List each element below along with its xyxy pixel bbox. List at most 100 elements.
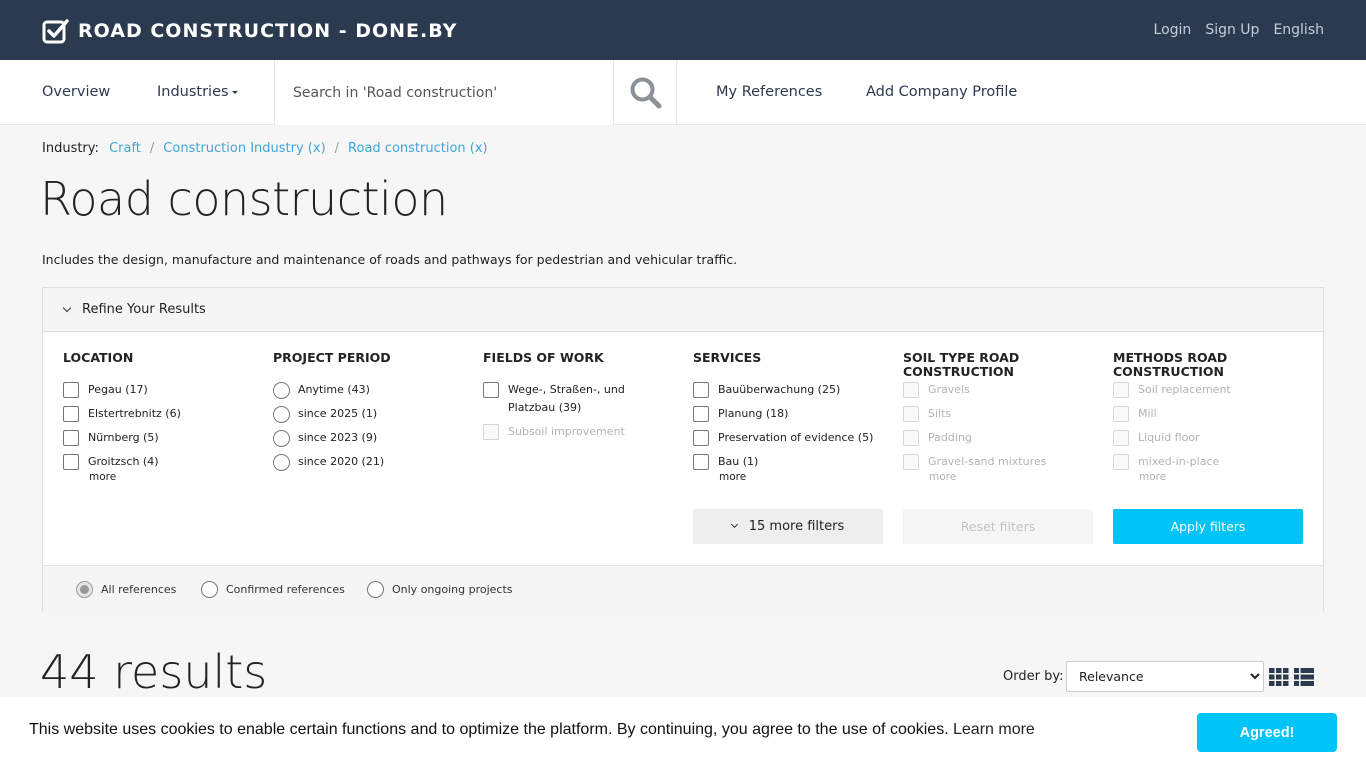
option-label: since 2020 (21) (298, 455, 385, 468)
option-label: Confirmed references (226, 583, 345, 596)
filter-option[interactable]: since 2020 (21) (273, 453, 463, 477)
language-link[interactable]: English (1273, 22, 1324, 38)
page-title: Road construction (40, 172, 448, 226)
radio-button[interactable] (273, 454, 290, 471)
option-label: Mill (1138, 407, 1157, 420)
login-link[interactable]: Login (1154, 22, 1192, 38)
filter-option[interactable]: Bau (1) (693, 453, 883, 477)
chevron-down-icon (62, 303, 72, 313)
filter-option[interactable]: Anytime (43) (273, 381, 463, 405)
refine-panel: Refine Your Results LOCATION Pegau (17) … (42, 287, 1324, 611)
radio-button[interactable] (273, 430, 290, 447)
grid-view-icon[interactable] (1269, 668, 1289, 686)
reset-filters-button: Reset filters (903, 509, 1093, 544)
checkbox[interactable] (63, 382, 79, 398)
checkbox[interactable] (63, 430, 79, 446)
option-label: Padding (928, 431, 972, 444)
filter-option: Gravel-sand mixtures (903, 453, 1093, 477)
apply-filters-button[interactable]: Apply filters (1113, 509, 1303, 544)
breadcrumb-item-road-construction[interactable]: Road construction (x) (348, 141, 488, 156)
reference-option-ongoing[interactable]: Only ongoing projects (367, 581, 513, 598)
filter-heading: SOIL TYPE ROAD CONSTRUCTION (903, 350, 1020, 379)
cookie-learn-more-link[interactable]: Learn more (953, 721, 1035, 739)
radio-button[interactable] (76, 581, 93, 598)
top-links: Login Sign Up English (1154, 22, 1324, 38)
checkbox (903, 454, 919, 470)
checkbox[interactable] (483, 382, 499, 398)
checkbox (903, 430, 919, 446)
option-label: Only ongoing projects (392, 583, 513, 596)
checkbox (903, 382, 919, 398)
option-label: Soil replacement (1138, 383, 1231, 396)
filter-option: mixed-in-place (1113, 453, 1303, 477)
more-filters-button[interactable]: 15 more filters (693, 509, 883, 544)
nav-industries-dropdown[interactable]: Industries (157, 84, 238, 100)
nav-my-references[interactable]: My References (716, 84, 822, 100)
option-label: Subsoil improvement (508, 425, 625, 438)
option-label: Anytime (43) (298, 383, 370, 396)
top-bar: ROAD CONSTRUCTION - DONE.BY Login Sign U… (0, 0, 1366, 60)
radio-button[interactable] (273, 406, 290, 423)
option-label: mixed-in-place (1138, 455, 1220, 468)
list-view-icon[interactable] (1294, 668, 1314, 686)
filter-project-period: PROJECT PERIOD Anytime (43) since 2025 (… (273, 351, 463, 477)
filter-option: Gravels (903, 381, 1093, 405)
nav-overview[interactable]: Overview (42, 84, 110, 100)
filter-option: Subsoil improvement (483, 423, 673, 447)
checkbox[interactable] (693, 406, 709, 422)
cookie-agree-button[interactable]: Agreed! (1197, 713, 1337, 752)
breadcrumb-separator: / (334, 141, 340, 156)
option-label: since 2023 (9) (298, 431, 378, 444)
radio-button[interactable] (201, 581, 218, 598)
checkbox[interactable] (63, 406, 79, 422)
breadcrumb-item-craft[interactable]: Craft (109, 141, 141, 156)
search-icon (630, 77, 661, 108)
checkbox[interactable] (63, 454, 79, 470)
option-label: Elstertrebnitz (6) (88, 407, 181, 420)
search-input[interactable] (275, 60, 614, 125)
filter-option[interactable]: Wege-, Straßen-, und Platzbau (39) (483, 381, 673, 423)
filter-option: Mill (1113, 405, 1303, 429)
filter-heading: PROJECT PERIOD (273, 350, 391, 365)
filter-option[interactable]: since 2025 (1) (273, 405, 463, 429)
reference-option-all[interactable]: All references (76, 581, 176, 598)
reference-filter: All references Confirmed references Only… (43, 565, 1323, 611)
filter-heading: FIELDS OF WORK (483, 350, 604, 365)
checkbox (1113, 406, 1129, 422)
option-label: Pegau (17) (88, 383, 148, 396)
page-description: Includes the design, manufacture and mai… (42, 252, 738, 267)
refine-toggle-label: Refine Your Results (82, 302, 206, 317)
nav-add-company-profile[interactable]: Add Company Profile (866, 84, 1017, 100)
checkbox[interactable] (693, 382, 709, 398)
filter-option: Silts (903, 405, 1093, 429)
breadcrumb-separator: / (149, 141, 155, 156)
checkbox[interactable] (693, 430, 709, 446)
signup-link[interactable]: Sign Up (1205, 22, 1259, 38)
filter-option[interactable]: since 2023 (9) (273, 429, 463, 453)
brand-logo[interactable]: ROAD CONSTRUCTION - DONE.BY (42, 18, 457, 44)
filter-option[interactable]: Bauüberwachung (25) (693, 381, 883, 405)
filter-option[interactable]: Pegau (17) (63, 381, 253, 405)
filter-option[interactable]: Preservation of evidence (5) (693, 429, 883, 453)
search-button[interactable] (614, 60, 677, 125)
checkbox[interactable] (693, 454, 709, 470)
filter-fields-of-work: FIELDS OF WORK Wege-, Straßen-, und Plat… (483, 351, 673, 447)
option-label: Silts (928, 407, 952, 420)
caret-down-icon (231, 90, 238, 94)
radio-button[interactable] (273, 382, 290, 399)
refine-toggle[interactable]: Refine Your Results (43, 288, 1323, 332)
filter-services: SERVICES Bauüberwachung (25) Planung (18… (693, 351, 883, 483)
reference-option-confirmed[interactable]: Confirmed references (201, 581, 345, 598)
option-label: Wege-, Straßen-, und Platzbau (39) (508, 383, 625, 414)
option-label: Liquid floor (1138, 431, 1200, 444)
filter-option[interactable]: Planung (18) (693, 405, 883, 429)
radio-button[interactable] (367, 581, 384, 598)
filter-option[interactable]: Nürnberg (5) (63, 429, 253, 453)
order-by-select[interactable]: Relevance (1066, 661, 1264, 692)
filter-option[interactable]: Elstertrebnitz (6) (63, 405, 253, 429)
filter-heading: METHODS ROAD CONSTRUCTION (1113, 350, 1228, 379)
breadcrumb-item-construction-industry[interactable]: Construction Industry (x) (163, 141, 325, 156)
filter-option[interactable]: Groitzsch (4) (63, 453, 253, 477)
option-label: Nürnberg (5) (88, 431, 159, 444)
breadcrumb-label: Industry: (42, 141, 99, 156)
